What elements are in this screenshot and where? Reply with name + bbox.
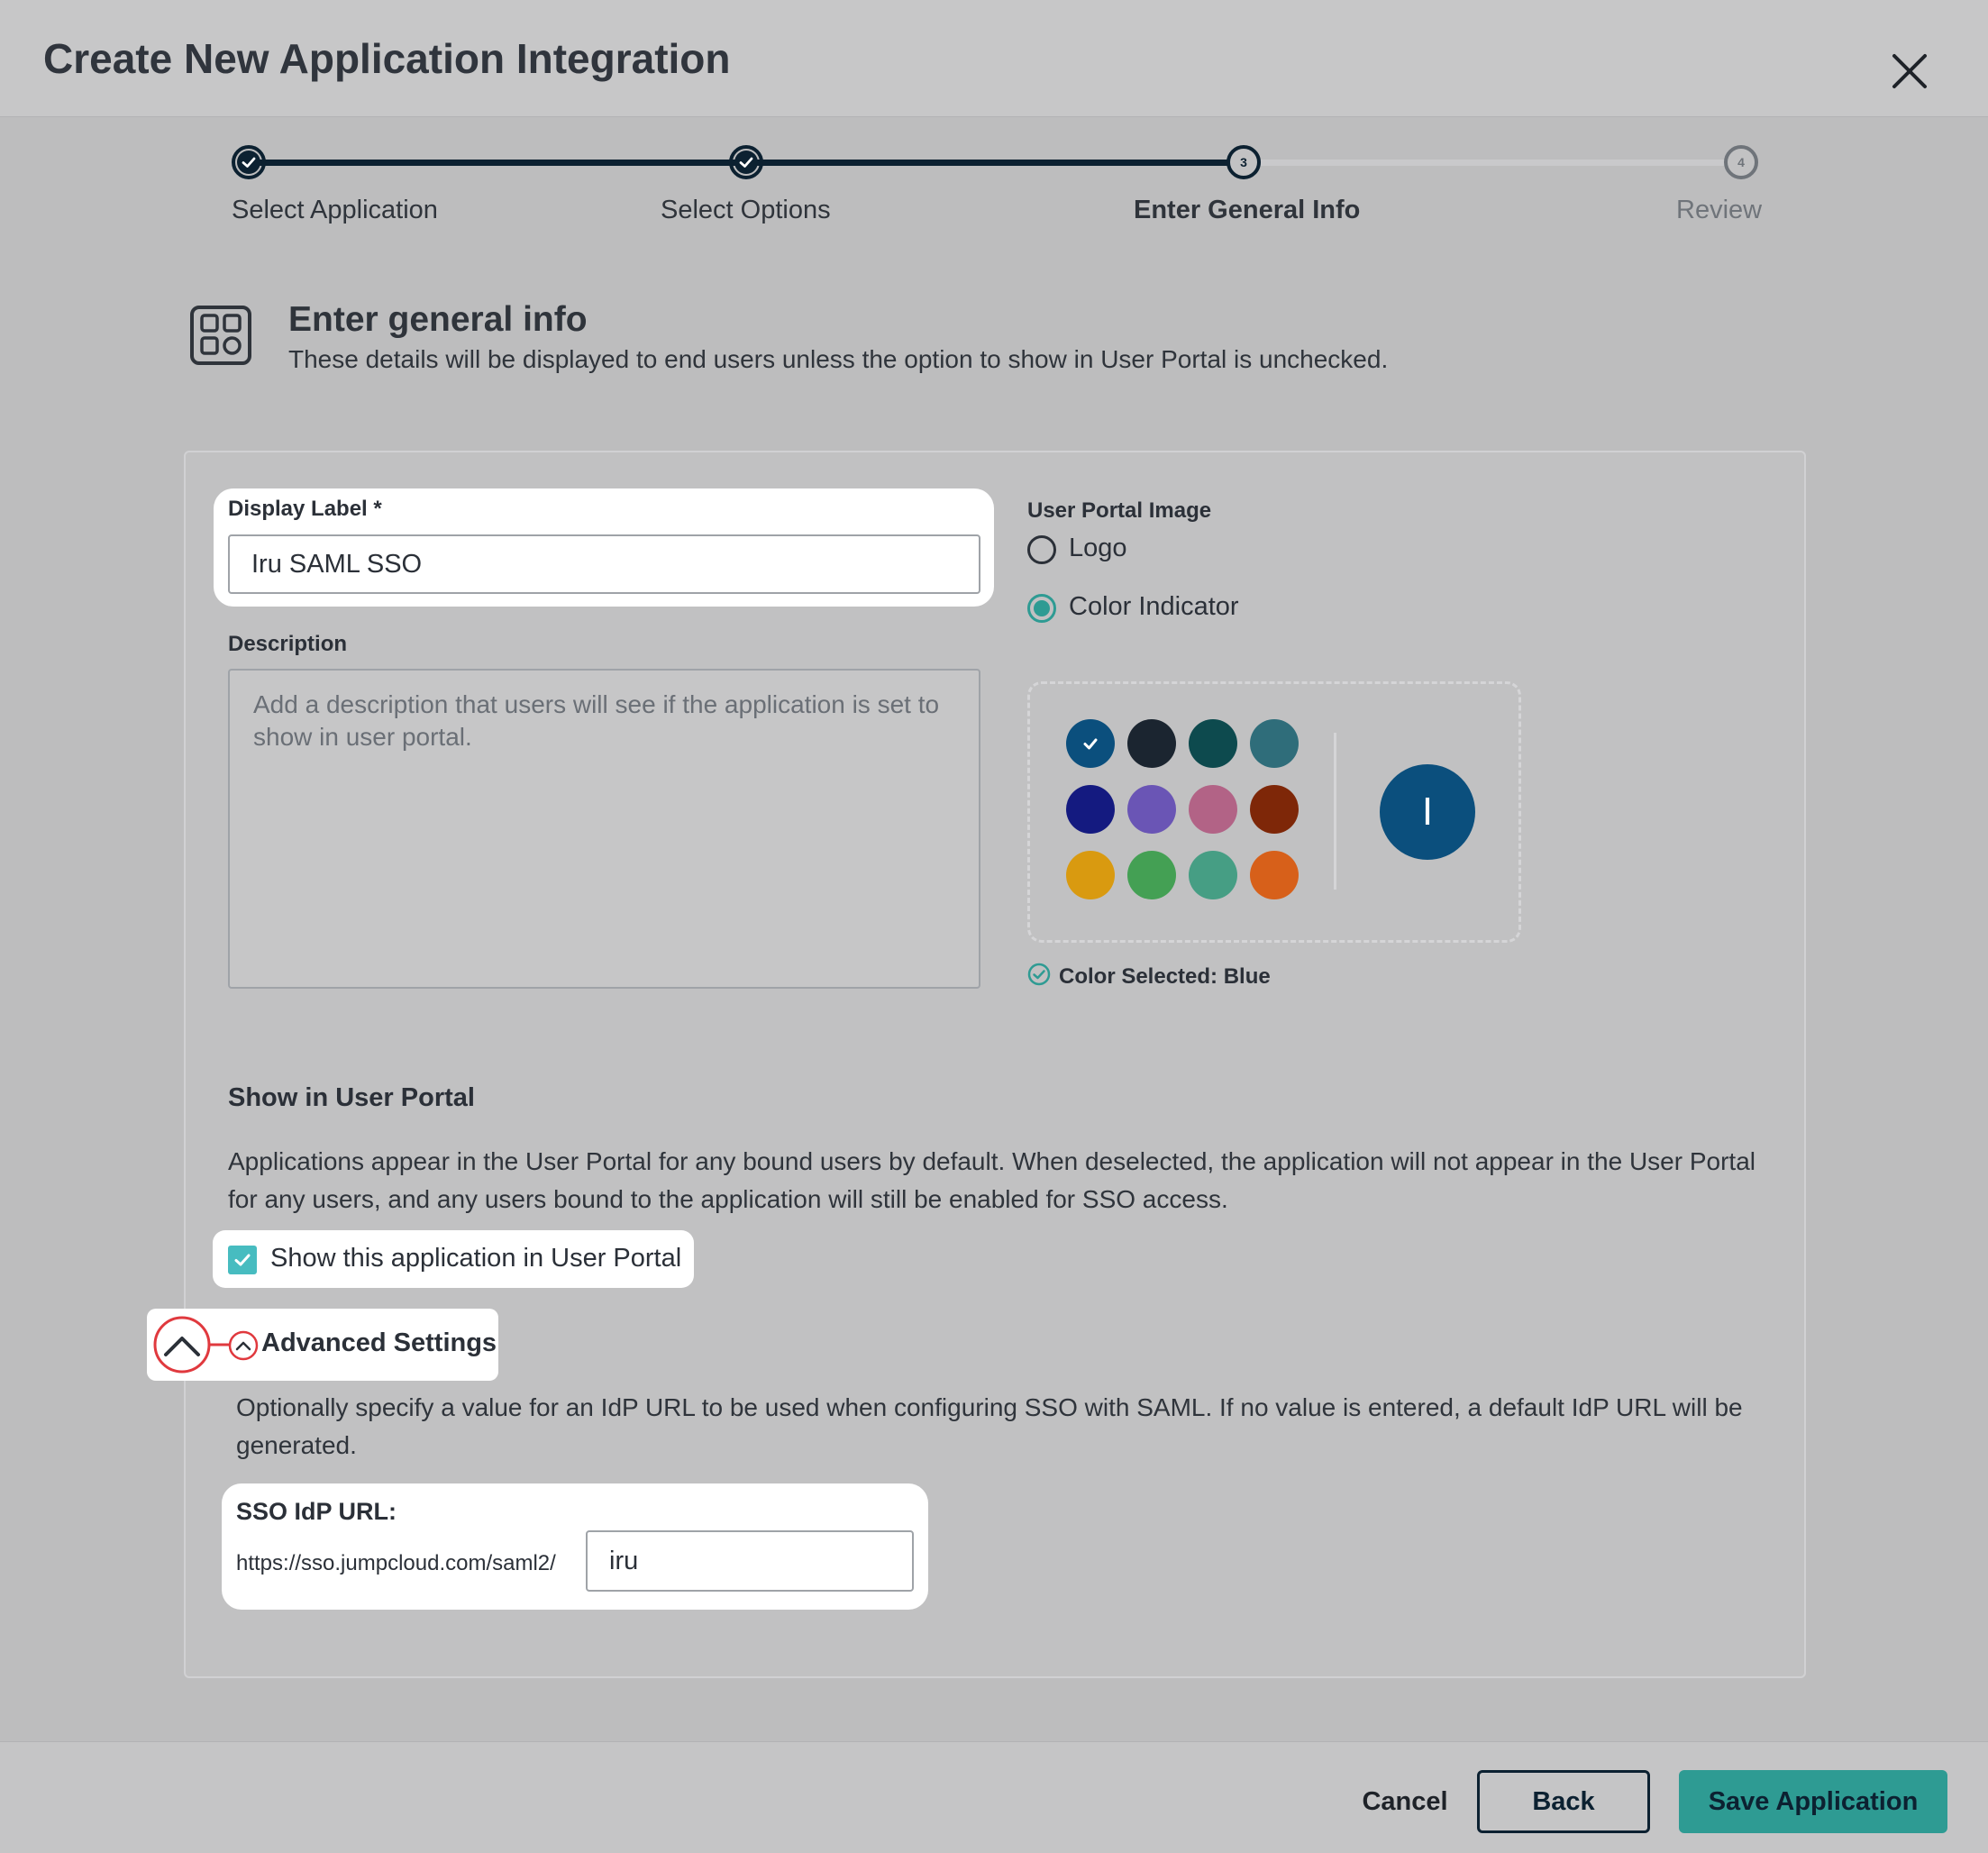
user-portal-image-label: User Portal Image xyxy=(1027,498,1212,523)
dialog-title: Create New Application Integration xyxy=(43,35,731,82)
cancel-button[interactable]: Cancel xyxy=(1346,1770,1464,1833)
stepper-remaining-track xyxy=(1245,160,1743,166)
color-swatch[interactable] xyxy=(1127,719,1176,768)
section-subtitle: These details will be displayed to end u… xyxy=(288,345,1389,373)
color-swatch[interactable] xyxy=(1189,851,1237,899)
checkmark-icon xyxy=(234,1254,251,1266)
display-label-label: Display Label * xyxy=(228,497,382,521)
apps-grid-icon xyxy=(190,306,251,365)
step-label-review: Review xyxy=(1676,196,1763,224)
section-title: Enter general info xyxy=(288,300,588,339)
sso-idp-url-label: SSO IdP URL: xyxy=(236,1498,397,1525)
color-swatch[interactable] xyxy=(1189,785,1237,834)
description-label: Description xyxy=(228,632,348,656)
color-swatch[interactable] xyxy=(1066,719,1115,768)
color-indicator-radio[interactable] xyxy=(1027,594,1056,623)
color-selected-text: Color Selected: Blue xyxy=(1059,964,1271,989)
close-icon[interactable] xyxy=(1891,52,1929,90)
display-label-input[interactable]: Iru SAML SSO xyxy=(228,534,980,594)
step-4-upcoming-icon: 4 xyxy=(1724,145,1758,179)
color-swatch[interactable] xyxy=(1127,851,1176,899)
color-swatch[interactable] xyxy=(1250,851,1299,899)
color-swatch[interactable] xyxy=(1250,719,1299,768)
step-3-number: 3 xyxy=(1240,155,1247,169)
advanced-settings-description: Optionally specify a value for an IdP UR… xyxy=(236,1393,1743,1459)
color-indicator-radio-label[interactable]: Color Indicator xyxy=(1069,592,1239,622)
color-swatch[interactable] xyxy=(1066,851,1115,899)
step-label-enter-general-info: Enter General Info xyxy=(1134,196,1361,224)
step-2-complete-icon xyxy=(729,145,763,179)
color-swatch[interactable] xyxy=(1066,785,1115,834)
show-in-portal-checkbox-label[interactable]: Show this application in User Portal xyxy=(270,1244,681,1273)
preview-letter: I xyxy=(1421,790,1434,834)
color-swatch[interactable] xyxy=(1127,785,1176,834)
show-in-portal-heading: Show in User Portal xyxy=(228,1083,475,1112)
step-label-select-options: Select Options xyxy=(661,196,831,224)
step-label-select-application: Select Application xyxy=(232,196,438,224)
chevron-up-icon[interactable] xyxy=(228,1330,259,1361)
color-swatch[interactable] xyxy=(1189,719,1237,768)
sso-idp-url-input[interactable]: iru xyxy=(586,1530,914,1592)
color-picker-divider xyxy=(1334,733,1336,890)
description-textarea[interactable]: Add a description that users will see if… xyxy=(228,669,980,989)
advanced-settings-toggle[interactable]: Advanced Settings xyxy=(261,1328,497,1358)
sso-idp-url-prefix: https://sso.jumpcloud.com/saml2/ xyxy=(236,1551,556,1575)
save-application-button[interactable]: Save Application xyxy=(1679,1770,1947,1833)
step-3-current-icon: 3 xyxy=(1227,145,1261,179)
step-4-number: 4 xyxy=(1737,155,1745,169)
show-in-portal-description: Applications appear in the User Portal f… xyxy=(228,1147,1755,1213)
show-in-portal-checkbox[interactable] xyxy=(228,1246,257,1274)
check-circle-icon xyxy=(1027,963,1051,986)
color-preview-avatar: I xyxy=(1380,764,1475,860)
logo-radio-label[interactable]: Logo xyxy=(1069,534,1127,563)
color-swatch[interactable] xyxy=(1250,785,1299,834)
selected-check-icon xyxy=(1083,738,1098,750)
logo-radio[interactable] xyxy=(1027,535,1056,564)
step-1-complete-icon xyxy=(232,145,266,179)
back-button[interactable]: Back xyxy=(1477,1770,1650,1833)
